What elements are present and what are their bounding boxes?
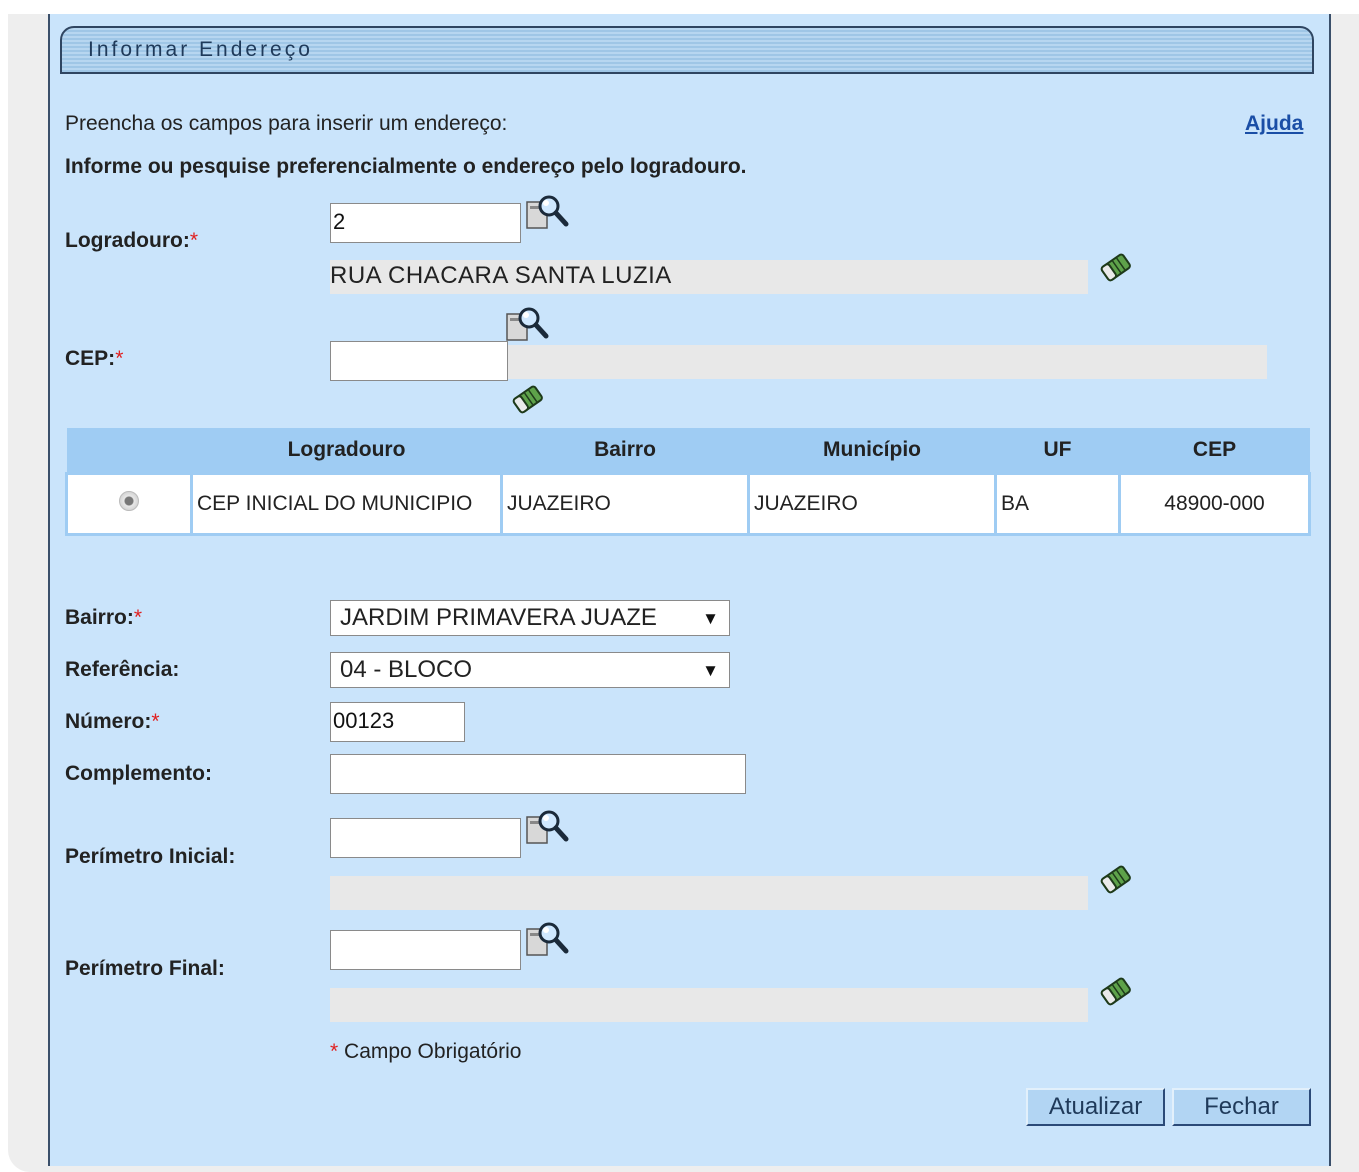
cep-description	[508, 345, 1267, 379]
col-header-uf: UF	[995, 428, 1120, 474]
cep-label: CEP:*	[65, 347, 123, 371]
update-button[interactable]: Atualizar	[1026, 1088, 1165, 1126]
complemento-input[interactable]	[330, 754, 746, 794]
table-row[interactable]: CEP INICIAL DO MUNICIPIO JUAZEIRO JUAZEI…	[65, 472, 1311, 536]
logradouro-clear-eraser-icon[interactable]	[1093, 248, 1139, 288]
perimetro-inicial-code-input[interactable]	[330, 818, 521, 858]
col-header-bairro: Bairro	[501, 428, 749, 474]
table-header-row: Logradouro Bairro Município UF CEP	[66, 428, 1310, 474]
perimetro-final-description	[330, 988, 1088, 1022]
bairro-select[interactable]: JARDIM PRIMAVERA JUAZE ▼	[330, 600, 730, 636]
row-radio-button[interactable]	[119, 491, 139, 511]
cell-bairro: JUAZEIRO	[500, 472, 750, 536]
required-mark: *	[151, 710, 160, 733]
cep-input[interactable]	[330, 341, 508, 381]
col-header-cep: CEP	[1119, 428, 1310, 474]
perimetro-final-label: Perímetro Final:	[65, 957, 225, 980]
hint-text: Informe ou pesquise preferencialmente o …	[65, 155, 747, 178]
dropdown-arrow-icon: ▼	[702, 609, 719, 628]
required-mark: *	[133, 606, 143, 629]
numero-input[interactable]: 00123	[330, 702, 465, 742]
referencia-label: Referência:	[65, 658, 180, 681]
required-mark: *	[115, 347, 124, 370]
cep-label-text: CEP:	[65, 347, 116, 370]
logradouro-description: RUA CHACARA SANTA LUZIA	[330, 260, 1088, 294]
cep-search-icon[interactable]	[505, 304, 551, 344]
bairro-selected-value: JARDIM PRIMAVERA JUAZE	[340, 604, 657, 631]
instructions-text: Preencha os campos para inserir um ender…	[65, 112, 508, 135]
referencia-select[interactable]: 04 - BLOCO ▼	[330, 652, 730, 688]
perimetro-inicial-clear-eraser-icon[interactable]	[1093, 860, 1139, 900]
perimetro-inicial-label: Perímetro Inicial:	[65, 845, 236, 868]
logradouro-label-text: Logradouro:	[65, 229, 190, 252]
logradouro-label: Logradouro:*	[65, 229, 198, 253]
perimetro-inicial-search-icon[interactable]	[525, 807, 571, 847]
referencia-selected-value: 04 - BLOCO	[340, 656, 473, 683]
results-table: Logradouro Bairro Município UF CEP CEP I…	[65, 428, 1311, 536]
bairro-label: Bairro:*	[65, 606, 142, 630]
row-select-cell[interactable]	[65, 472, 193, 536]
bairro-label-text: Bairro:	[65, 606, 134, 629]
title-bar: Informar Endereço	[60, 26, 1314, 74]
numero-label: Número:*	[65, 710, 160, 734]
perimetro-final-clear-eraser-icon[interactable]	[1093, 972, 1139, 1012]
required-mark: *	[189, 229, 198, 252]
required-note-text: Campo Obrigatório	[338, 1040, 522, 1063]
perimetro-final-code-input[interactable]	[330, 930, 521, 970]
cell-uf: BA	[994, 472, 1121, 536]
col-header-select	[66, 428, 192, 474]
cep-clear-eraser-icon[interactable]	[505, 380, 551, 420]
required-note: * Campo Obrigatório	[330, 1040, 521, 1064]
perimetro-final-search-icon[interactable]	[525, 919, 571, 959]
col-header-municipio: Município	[748, 428, 996, 474]
numero-label-text: Número:	[65, 710, 152, 733]
perimetro-inicial-description	[330, 876, 1088, 910]
close-button[interactable]: Fechar	[1172, 1088, 1311, 1126]
dropdown-arrow-icon: ▼	[702, 661, 719, 680]
cell-logradouro: CEP INICIAL DO MUNICIPIO	[190, 472, 503, 536]
help-link[interactable]: Ajuda	[1245, 112, 1303, 136]
col-header-logradouro: Logradouro	[191, 428, 502, 474]
required-mark: *	[330, 1040, 339, 1063]
window-title: Informar Endereço	[88, 38, 313, 61]
cell-cep: 48900-000	[1118, 472, 1311, 536]
complemento-label: Complemento:	[65, 762, 212, 785]
cell-municipio: JUAZEIRO	[747, 472, 997, 536]
logradouro-code-input[interactable]: 2	[330, 203, 521, 243]
logradouro-search-icon[interactable]	[525, 192, 571, 232]
